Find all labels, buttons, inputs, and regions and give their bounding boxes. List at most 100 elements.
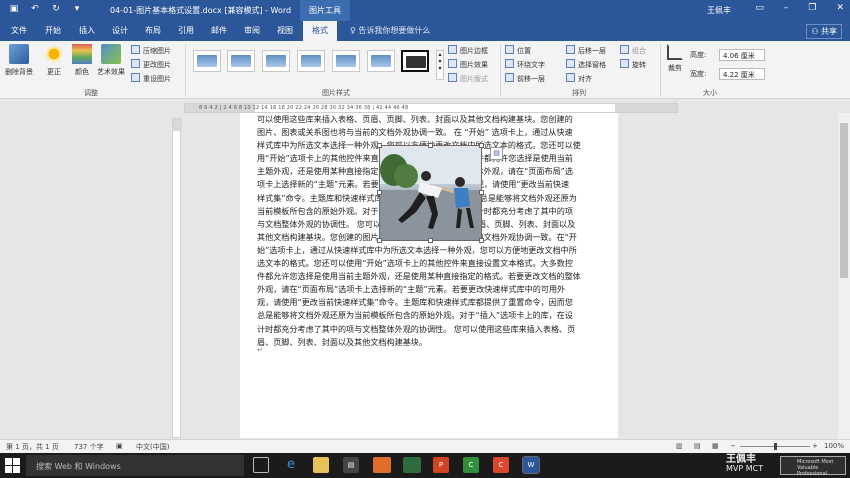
tell-me-box[interactable]: ♀ 告诉我你想要做什么 — [350, 25, 430, 36]
paragraph-mark: ↵ — [257, 346, 263, 354]
tab-insert[interactable]: 插入 — [79, 25, 95, 36]
resize-handle[interactable] — [428, 238, 433, 243]
customize-icon[interactable]: ▾ — [71, 4, 83, 14]
proofing-icon[interactable]: ▣ — [116, 442, 123, 450]
group-label-picture-styles: 图片样式 — [322, 89, 350, 97]
undo-icon[interactable]: ↶ — [29, 4, 41, 14]
close-icon[interactable]: ✕ — [836, 3, 844, 13]
gallery-more-button[interactable]: ▴ ▾ ▾ — [436, 50, 444, 80]
scrollbar-thumb[interactable] — [840, 123, 848, 278]
windows-taskbar: 搜索 Web 和 Windows e ▤ P C C W 王佩丰 MVP MCT… — [0, 453, 850, 478]
group-label-size: 大小 — [703, 89, 717, 97]
change-picture-button[interactable]: 更改图片 — [131, 59, 171, 70]
language-indicator[interactable]: 中文(中国) — [136, 442, 169, 452]
resize-handle[interactable] — [479, 238, 484, 243]
width-input[interactable]: 4.22 厘米 — [719, 68, 765, 80]
picture-style-thumb[interactable] — [332, 50, 360, 72]
save-icon[interactable]: ▣ — [8, 4, 20, 14]
rotate-button[interactable]: 旋转 — [620, 59, 646, 70]
windows-start-icon[interactable] — [5, 458, 21, 473]
selected-picture[interactable] — [377, 143, 484, 243]
zoom-in-icon[interactable]: + — [812, 442, 818, 450]
group-objects-button[interactable]: 组合 — [620, 45, 646, 56]
remove-background-button[interactable]: 删除背景 — [4, 44, 34, 77]
tab-file[interactable]: 文件 — [11, 25, 27, 36]
ruler-numbers: 8 6 4 2 | 2 4 6 8 10 12 14 16 18 20 22 2… — [199, 105, 409, 111]
tab-mailings[interactable]: 邮件 — [211, 25, 227, 36]
ribbon-display-icon[interactable]: ▭ — [755, 3, 764, 13]
tab-references[interactable]: 引用 — [178, 25, 194, 36]
picture-effects-button[interactable]: 图片效果 — [448, 59, 488, 70]
tab-home[interactable]: 开始 — [45, 25, 61, 36]
status-bar: 第 1 页，共 1 页 737 个字 ▣ 中文(中国) ▥ ▤ ▦ − + 10… — [0, 439, 850, 453]
tab-review[interactable]: 审阅 — [244, 25, 260, 36]
corrections-label: 更正 — [47, 68, 61, 76]
resize-handle[interactable] — [377, 238, 382, 243]
compress-pictures-button[interactable]: 压缩图片 — [131, 45, 171, 56]
zoom-slider-thumb[interactable] — [774, 443, 777, 450]
tab-format[interactable]: 格式 — [303, 21, 337, 41]
resize-handle[interactable] — [479, 143, 484, 148]
resize-handle[interactable] — [428, 143, 433, 148]
page-count[interactable]: 第 1 页，共 1 页 — [6, 442, 59, 452]
reset-picture-button[interactable]: 重设图片 — [131, 73, 171, 84]
position-button[interactable]: 位置 — [505, 45, 531, 56]
zoom-out-icon[interactable]: − — [730, 442, 736, 450]
print-layout-icon[interactable]: ▤ — [694, 442, 701, 450]
web-layout-icon[interactable]: ▦ — [712, 442, 719, 450]
text-line: 总是能够将文档外观还原为当前模板所包含的原始外观。对于“插入”选项卡上的库，在设 — [257, 310, 573, 321]
layout-options-icon[interactable]: ▤ — [490, 147, 503, 160]
send-backward-label: 后移一层 — [578, 47, 606, 55]
horizontal-ruler[interactable]: 8 6 4 2 | 2 4 6 8 10 12 14 16 18 20 22 2… — [184, 103, 678, 113]
file-explorer-icon[interactable] — [313, 457, 329, 473]
artistic-effects-button[interactable]: 艺术效果 — [95, 44, 127, 77]
crop-button[interactable]: 裁剪 — [664, 44, 686, 73]
recorder-app-icon[interactable] — [373, 457, 391, 473]
picture-style-thumb[interactable] — [297, 50, 325, 72]
ruler-margin-right — [615, 104, 677, 112]
word-count[interactable]: 737 个字 — [74, 442, 104, 452]
tab-design[interactable]: 设计 — [112, 25, 128, 36]
tab-view[interactable]: 视图 — [277, 25, 293, 36]
picture-style-thumb[interactable] — [227, 50, 255, 72]
resize-handle[interactable] — [479, 190, 484, 195]
vertical-scrollbar[interactable] — [838, 113, 850, 439]
wrap-text-button[interactable]: 环绕文字 — [505, 59, 545, 70]
picture-style-thumb-selected[interactable] — [401, 50, 429, 72]
resize-handle[interactable] — [377, 143, 382, 148]
vertical-ruler[interactable] — [172, 118, 182, 438]
user-name[interactable]: 王佩丰 — [707, 5, 731, 16]
corrections-button[interactable]: 更正 — [42, 44, 66, 77]
edge-browser-icon[interactable]: e — [283, 457, 299, 473]
read-mode-icon[interactable]: ▥ — [676, 442, 683, 450]
title-bar: ▣ ↶ ↻ ▾ 04-01-图片基本格式设置.docx [兼容模式] - Wor… — [0, 0, 850, 21]
camtasia-icon[interactable]: C — [463, 457, 479, 473]
picture-style-thumb[interactable] — [367, 50, 395, 72]
selection-pane-button[interactable]: 选择窗格 — [566, 59, 606, 70]
picture-border-button[interactable]: 图片边框 — [448, 45, 488, 56]
green-app-icon[interactable] — [403, 457, 421, 473]
share-button[interactable]: ⚇ 共享 — [806, 24, 842, 39]
restore-icon[interactable]: ❐ — [808, 3, 816, 13]
color-button[interactable]: 颜色 — [70, 44, 94, 77]
snagit-icon[interactable]: C — [493, 457, 509, 473]
zoom-level[interactable]: 100% — [824, 442, 844, 450]
bring-forward-button[interactable]: 前移一层 — [505, 73, 545, 84]
store-icon[interactable]: ▤ — [343, 457, 359, 473]
height-input[interactable]: 4.06 厘米 — [719, 49, 765, 61]
task-view-icon[interactable] — [253, 457, 269, 473]
tab-layout[interactable]: 布局 — [145, 25, 161, 36]
picture-style-thumb[interactable] — [262, 50, 290, 72]
word-icon[interactable]: W — [522, 456, 540, 474]
send-backward-button[interactable]: 后移一层 — [566, 45, 606, 56]
minimize-icon[interactable]: – — [784, 3, 789, 13]
picture-style-thumb[interactable] — [193, 50, 221, 72]
redo-icon[interactable]: ↻ — [50, 4, 62, 14]
picture-layout-button[interactable]: 图片版式 — [448, 73, 488, 84]
align-button[interactable]: 对齐 — [566, 73, 592, 84]
taskbar-search[interactable]: 搜索 Web 和 Windows — [26, 455, 244, 476]
resize-handle[interactable] — [377, 190, 382, 195]
text-line: 始”选项卡上，通过从快速样式库中为所选文本选择一种外观，您可以方便地更改文档中所 — [257, 244, 577, 255]
reset-picture-label: 重设图片 — [143, 75, 171, 83]
powerpoint-icon[interactable]: P — [433, 457, 449, 473]
